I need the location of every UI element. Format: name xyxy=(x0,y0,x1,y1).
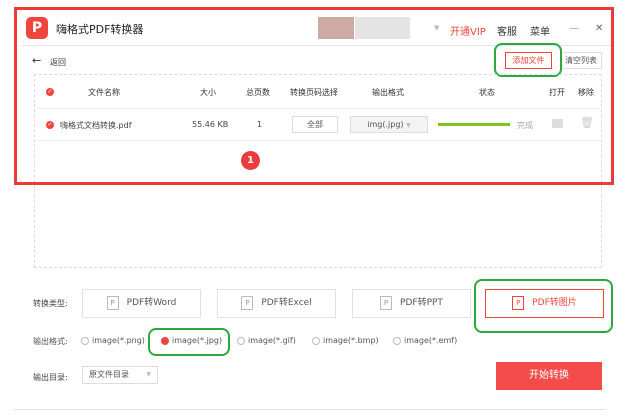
radio-icon xyxy=(312,336,320,345)
type-label: PDF转Word xyxy=(126,298,177,308)
annotation-red-frame xyxy=(14,7,614,185)
output-dir-value: 原文件目录 xyxy=(89,370,129,379)
output-format-label: 输出格式: xyxy=(33,337,68,346)
format-option-emf[interactable]: image(*.emf) xyxy=(393,336,457,345)
start-convert-button[interactable]: 开始转换 xyxy=(496,362,602,390)
type-pdf-to-ppt[interactable]: P PDF转PPT xyxy=(352,289,471,318)
radio-icon xyxy=(81,336,89,345)
footer-divider xyxy=(14,409,606,410)
type-label: PDF转PPT xyxy=(400,298,443,308)
excel-file-icon: P xyxy=(241,295,254,310)
annotation-highlight-jpg xyxy=(148,328,230,356)
annotation-highlight-type xyxy=(474,279,613,333)
format-option-bmp[interactable]: image(*.bmp) xyxy=(312,336,379,345)
type-label: PDF转Excel xyxy=(261,298,312,308)
option-label: image(*.emf) xyxy=(404,336,458,345)
type-pdf-to-word[interactable]: P PDF转Word xyxy=(82,289,201,318)
format-option-gif[interactable]: image(*.gif) xyxy=(237,336,296,345)
format-option-png[interactable]: image(*.png) xyxy=(81,336,145,345)
radio-icon xyxy=(237,336,245,345)
type-pdf-to-excel[interactable]: P PDF转Excel xyxy=(217,289,336,318)
convert-type-label: 转换类型: xyxy=(33,299,68,308)
radio-icon xyxy=(393,336,401,345)
option-label: image(*.bmp) xyxy=(323,336,379,345)
ppt-file-icon: P xyxy=(380,295,393,310)
option-label: image(*.png) xyxy=(92,336,145,345)
output-dir-label: 输出目录: xyxy=(33,373,68,382)
output-dir-select[interactable]: 原文件目录 ▼ xyxy=(82,366,158,384)
option-label: image(*.gif) xyxy=(248,336,296,345)
chevron-down-icon: ▼ xyxy=(146,371,151,378)
word-file-icon: P xyxy=(106,295,119,310)
